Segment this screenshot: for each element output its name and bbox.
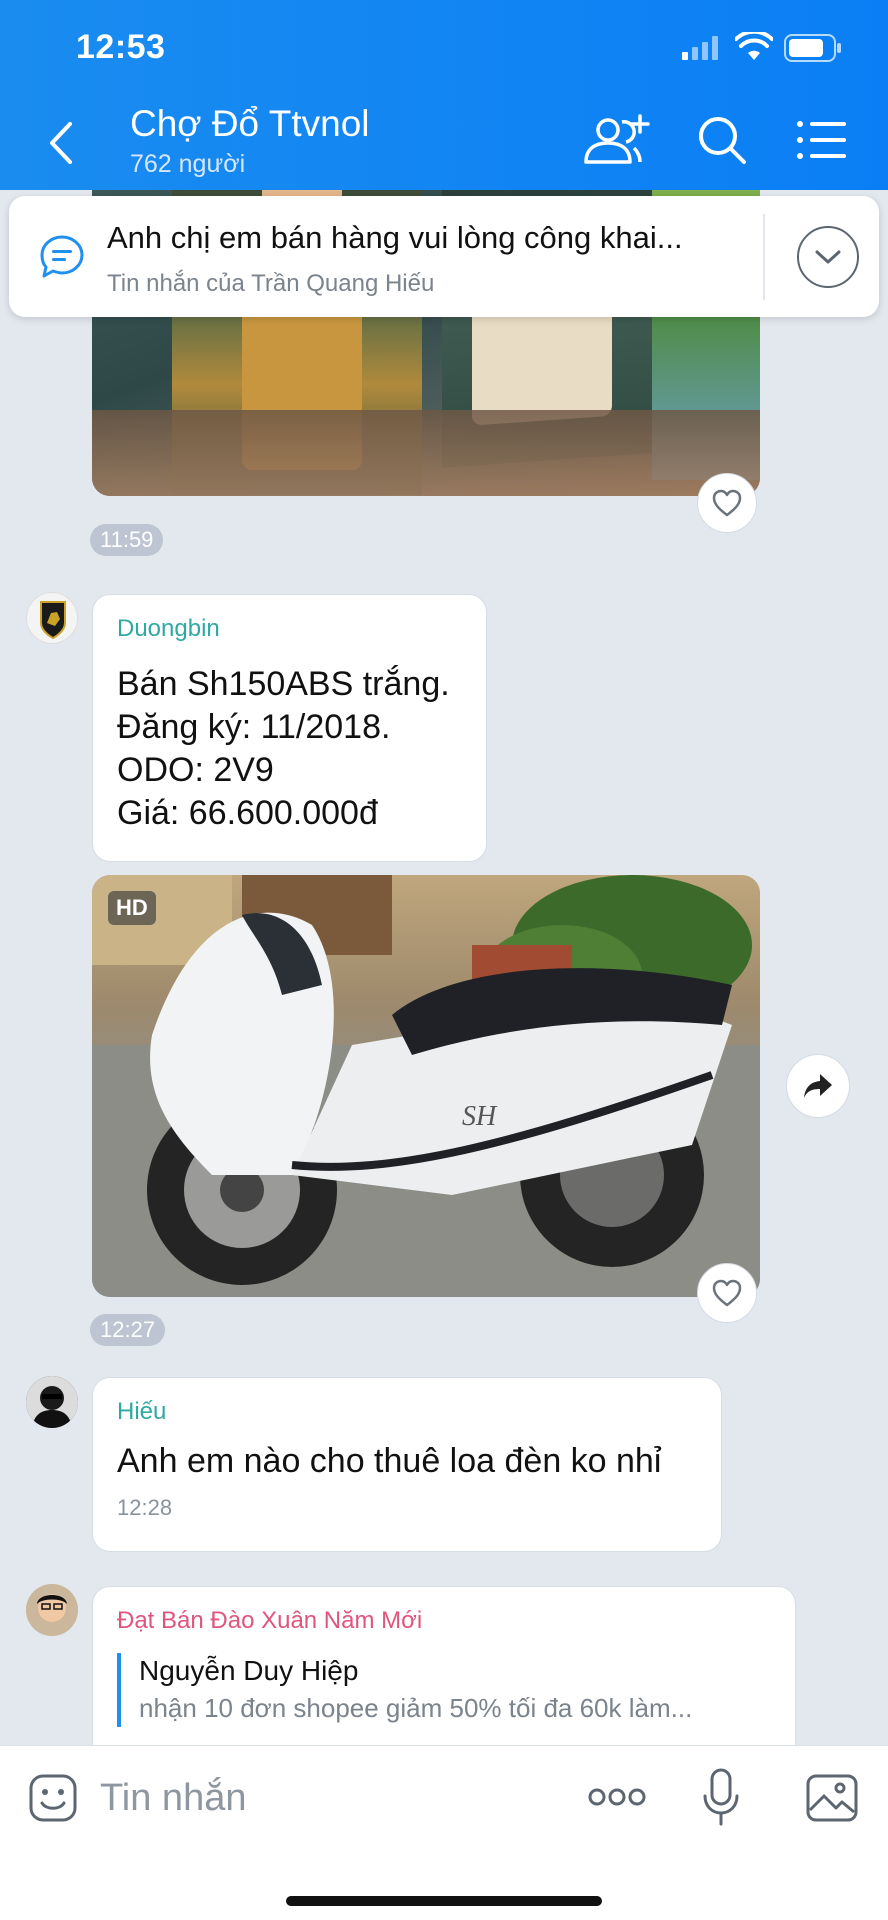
scooter-image: SH (92, 875, 760, 1297)
menu-button[interactable] (796, 118, 846, 162)
message-bubble[interactable]: Hiếu Anh em nào cho thuê loa đèn ko nhỉ … (92, 1377, 722, 1552)
avatar[interactable] (26, 1376, 78, 1428)
message-bubble[interactable]: Duongbin Bán Sh150ABS trắng. Đăng ký: 11… (92, 594, 487, 862)
divider (763, 214, 765, 300)
message-input[interactable] (100, 1766, 550, 1830)
message-input-bar (0, 1745, 888, 1920)
image-gallery-icon[interactable] (806, 1774, 858, 1822)
sender-name[interactable]: Hiếu (117, 1398, 697, 1426)
quote-text: nhận 10 đơn shopee giảm 50% tối đa 60k l… (139, 1693, 693, 1723)
pinned-message-author: Tin nhắn của Trần Quang Hiếu (107, 270, 435, 297)
battery-icon (784, 34, 841, 62)
heart-icon (712, 489, 742, 517)
heart-icon (712, 1279, 742, 1307)
microphone-icon[interactable] (702, 1768, 740, 1828)
wifi-icon (735, 32, 773, 60)
chat-message-list[interactable]: 11:59 Duongbin Bán Sh150ABS trắng. Đăng … (0, 190, 888, 1745)
pinned-message-banner[interactable]: Anh chị em bán hàng vui lòng công khai..… (9, 196, 879, 317)
sender-name[interactable]: Đạt Bán Đào Xuân Năm Mới (117, 1607, 771, 1635)
lamborghini-logo-icon (40, 601, 66, 640)
expand-pinned-button[interactable] (797, 226, 859, 288)
react-heart-button[interactable] (697, 473, 757, 533)
chevron-down-icon (815, 250, 841, 264)
member-count: 762 người (130, 150, 246, 178)
message-line: Giá: 66.600.000đ (117, 794, 378, 832)
message-time: 12:28 (117, 1495, 173, 1520)
message-line: Đăng ký: 11/2018. (117, 708, 391, 746)
avatar[interactable] (26, 1584, 78, 1636)
react-heart-button[interactable] (697, 1263, 757, 1323)
message-line: ODO: 2V9 (117, 751, 274, 789)
avatar[interactable] (26, 592, 78, 644)
signal-icon (682, 36, 718, 60)
message-bubble[interactable]: Đạt Bán Đào Xuân Năm Mới Nguyễn Duy Hiệp… (92, 1586, 796, 1745)
sender-name[interactable]: Duongbin (117, 615, 462, 643)
add-member-button[interactable] (582, 112, 652, 168)
share-button[interactable] (786, 1054, 850, 1118)
emoji-icon[interactable] (28, 1773, 78, 1823)
back-button[interactable] (40, 118, 84, 168)
chat-bubble-icon (40, 235, 84, 278)
search-button[interactable] (696, 114, 748, 166)
motorbike-photo[interactable]: SH HD (92, 875, 760, 1297)
hd-badge: HD (108, 891, 156, 925)
message-text: Anh em nào cho thuê loa đèn ko nhỉ (117, 1442, 662, 1480)
message-time: 12:27 (90, 1314, 166, 1346)
home-indicator (286, 1896, 602, 1906)
quote-author: Nguyễn Duy Hiệp (139, 1655, 359, 1686)
group-title[interactable]: Chợ Đổ Ttvnol (130, 103, 370, 145)
more-options-icon[interactable] (588, 1784, 646, 1810)
message-line: Bán Sh150ABS trắng. (117, 665, 450, 703)
share-arrow-icon (804, 1074, 832, 1098)
chat-header: 12:53 Chợ Đổ Ttvnol 762 người (0, 0, 888, 190)
svg-text:SH: SH (462, 1101, 498, 1132)
user-avatar-image (26, 1584, 78, 1636)
pinned-message-text: Anh chị em bán hàng vui lòng công khai..… (107, 220, 683, 255)
message-time: 11:59 (90, 524, 164, 556)
reply-quote[interactable]: Nguyễn Duy Hiệp nhận 10 đơn shopee giảm … (117, 1653, 771, 1727)
status-time: 12:53 (76, 28, 166, 66)
user-avatar-image (26, 1376, 78, 1428)
